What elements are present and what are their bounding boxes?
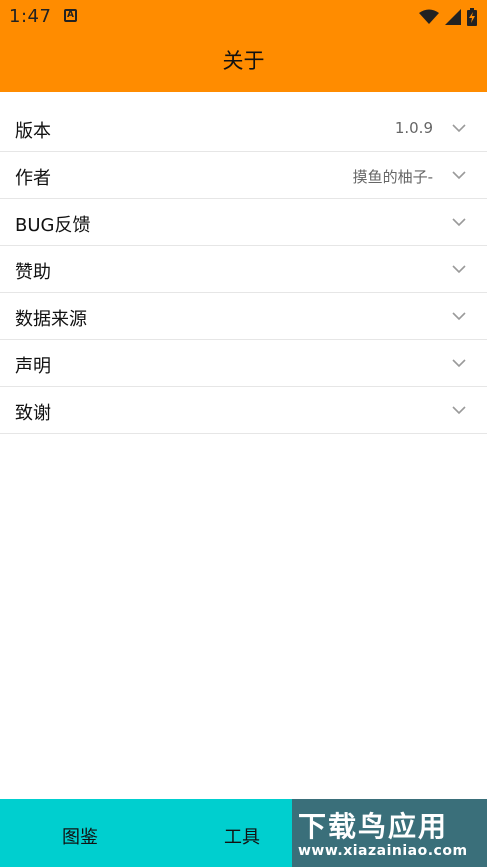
list-item-data-source[interactable]: 数据来源 bbox=[0, 293, 487, 340]
list-item-value: 摸鱼的柚子- bbox=[352, 168, 433, 186]
list-item-label: 数据来源 bbox=[15, 309, 87, 330]
list-item-thanks[interactable]: 致谢 bbox=[0, 387, 487, 434]
list-item-sponsor[interactable]: 赞助 bbox=[0, 246, 487, 293]
chevron-down-icon bbox=[452, 312, 466, 321]
list-item-value: 1.0.9 bbox=[394, 119, 433, 137]
status-icons bbox=[419, 8, 477, 26]
list-item-version[interactable]: 版本 1.0.9 bbox=[0, 105, 487, 152]
list-item-label: 版本 bbox=[15, 121, 51, 142]
watermark-logo: 下载鸟应用 www.xiazainiao.com bbox=[292, 799, 487, 867]
watermark-title: 下载鸟应用 bbox=[298, 810, 449, 843]
list-item-label: 致谢 bbox=[15, 403, 51, 424]
list-item-label: 作者 bbox=[15, 168, 51, 189]
about-list: 版本 1.0.9 作者 摸鱼的柚子- BUG反馈 赞助 数据来源 声明 致谢 bbox=[0, 105, 487, 434]
signal-icon bbox=[445, 9, 461, 25]
status-bar: 1:47 A bbox=[0, 0, 487, 32]
battery-charging-icon bbox=[467, 8, 477, 26]
list-item-label: BUG反馈 bbox=[15, 215, 91, 236]
list-item-author[interactable]: 作者 摸鱼的柚子- bbox=[0, 152, 487, 199]
notification-icon: A bbox=[64, 9, 77, 22]
chevron-down-icon bbox=[452, 359, 466, 368]
tab-illustrated-guide[interactable]: 图鉴 bbox=[62, 823, 98, 849]
chevron-down-icon bbox=[452, 124, 466, 133]
tab-tools[interactable]: 工具 bbox=[224, 823, 260, 849]
list-item-label: 赞助 bbox=[15, 262, 51, 283]
page-title: 关于 bbox=[222, 49, 265, 73]
status-time: 1:47 bbox=[9, 6, 52, 27]
wifi-icon bbox=[419, 9, 439, 25]
list-item-label: 声明 bbox=[15, 356, 51, 377]
list-item-bug-feedback[interactable]: BUG反馈 bbox=[0, 199, 487, 246]
chevron-down-icon bbox=[452, 265, 466, 274]
app-bar: 1:47 A 关于 bbox=[0, 0, 487, 92]
app-root: 1:47 A 关于 版本 1.0.9 作者 摸鱼的柚子- BUG反馈 赞助 数据… bbox=[0, 0, 487, 867]
watermark-url: www.xiazainiao.com bbox=[298, 843, 468, 859]
chevron-down-icon bbox=[452, 218, 466, 227]
chevron-down-icon bbox=[452, 171, 466, 180]
list-item-statement[interactable]: 声明 bbox=[0, 340, 487, 387]
chevron-down-icon bbox=[452, 406, 466, 415]
